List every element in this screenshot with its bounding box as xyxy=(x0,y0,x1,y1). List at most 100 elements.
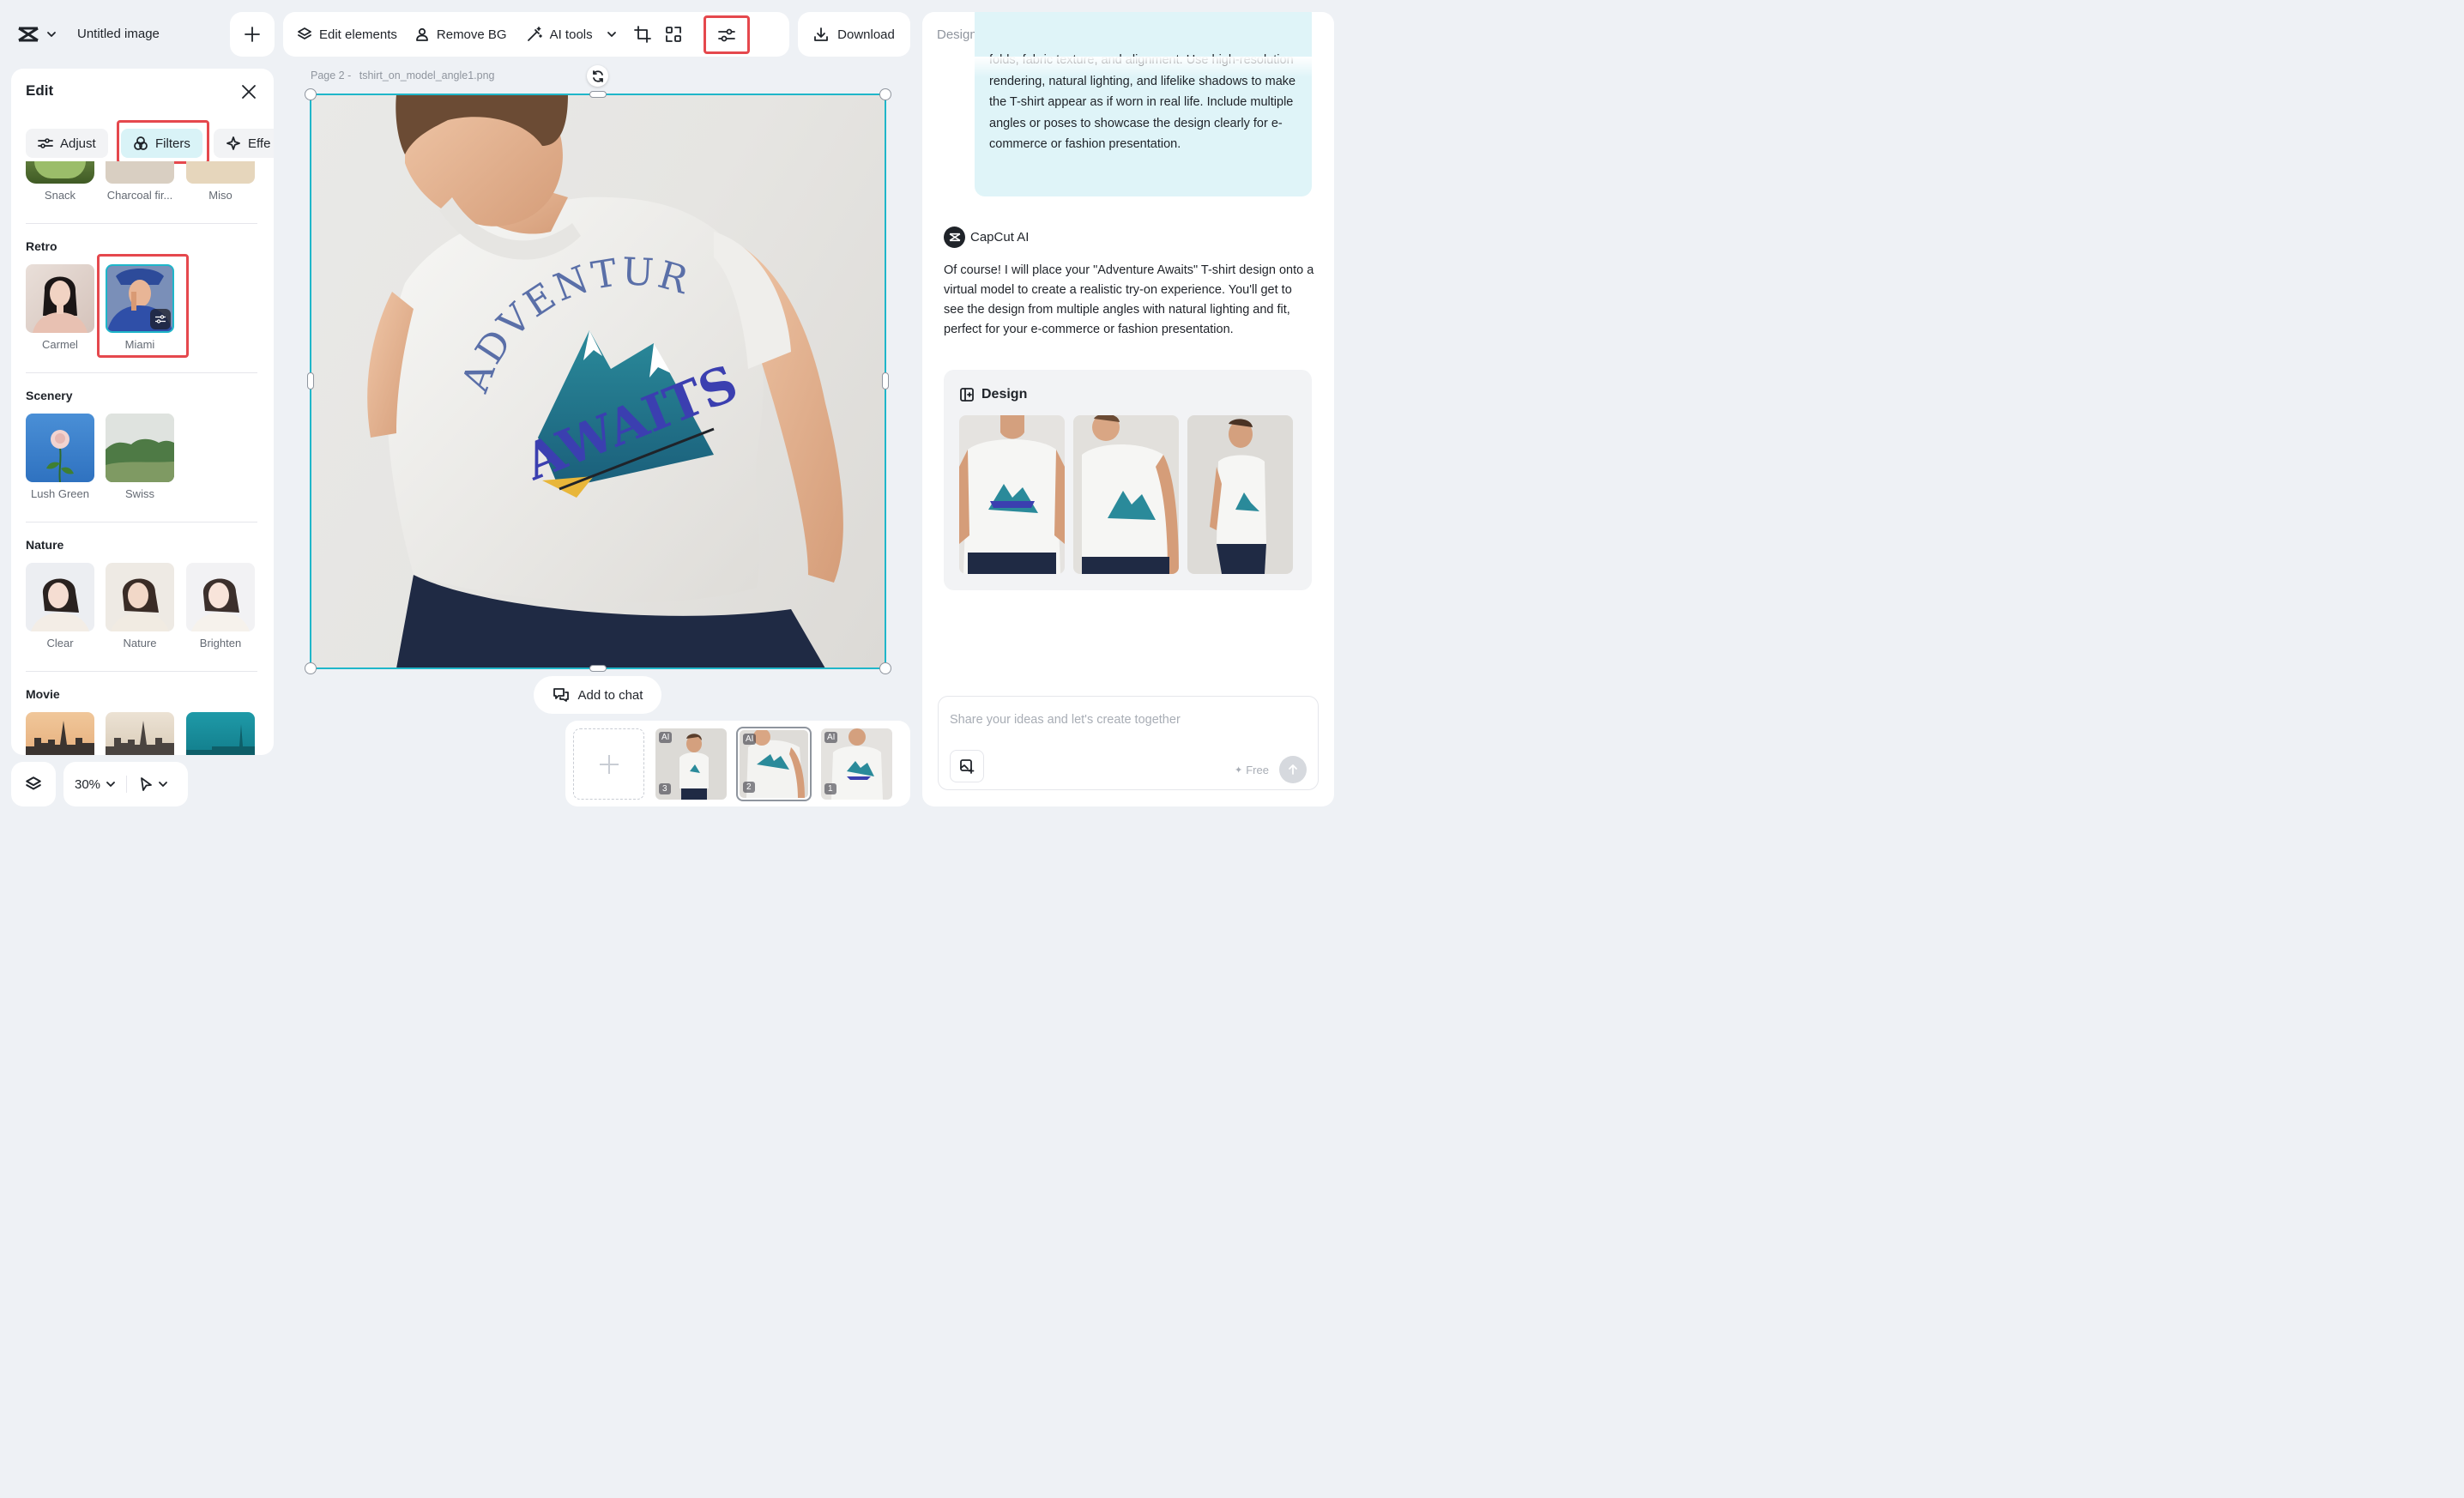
filter-thumb-carmel[interactable] xyxy=(26,264,94,333)
filter-label-clear: Clear xyxy=(46,637,74,649)
city-skyline-image xyxy=(26,721,94,755)
layers-icon xyxy=(298,27,311,39)
selection-frame xyxy=(310,94,886,669)
capcut-ai-avatar xyxy=(944,227,965,248)
adjust-settings-button[interactable] xyxy=(704,15,750,54)
attach-image-button[interactable] xyxy=(950,750,984,782)
model-front-image xyxy=(959,415,1065,574)
filter-thumb-miso[interactable] xyxy=(186,161,255,184)
filter-label-nature: Nature xyxy=(123,637,157,649)
filter-thumb-movie-1[interactable] xyxy=(26,712,94,755)
zoom-controls: 30% xyxy=(63,762,188,806)
close-panel-button[interactable] xyxy=(239,82,258,101)
filter-label-miami: Miami xyxy=(124,338,155,351)
add-button[interactable] xyxy=(230,12,275,57)
scroll-fade xyxy=(922,57,1334,77)
filter-label-charcoal: Charcoal fir... xyxy=(106,189,173,202)
layers-button[interactable] xyxy=(11,762,56,806)
send-button[interactable] xyxy=(1279,756,1307,783)
zoom-value: 30% xyxy=(75,776,101,792)
filter-thumb-movie-3[interactable] xyxy=(186,712,255,755)
resize-handle-tr[interactable] xyxy=(879,88,891,100)
crop-button[interactable] xyxy=(627,19,658,50)
resize-handle-br[interactable] xyxy=(879,662,891,674)
filter-thumb-brighten[interactable] xyxy=(186,563,255,631)
edit-panel: Edit Adjust Filters Effe Snack Charcoal … xyxy=(11,69,274,755)
portrait-woman-image xyxy=(111,578,169,631)
chevron-down-icon xyxy=(607,32,616,37)
sparkle-icon xyxy=(226,136,240,150)
page-number-badge: 1 xyxy=(824,783,836,794)
filter-label-lush-green: Lush Green xyxy=(31,487,89,500)
section-title-scenery: Scenery xyxy=(26,389,73,402)
add-to-chat-button[interactable]: Add to chat xyxy=(534,676,661,714)
section-title-nature: Nature xyxy=(26,538,64,552)
tab-filters[interactable]: Filters xyxy=(121,129,202,158)
divider xyxy=(126,776,128,793)
tab-filters-label: Filters xyxy=(155,136,190,151)
sliders-icon xyxy=(155,315,166,323)
filter-thumb-lush-green[interactable] xyxy=(26,414,94,482)
crop-icon xyxy=(633,26,651,43)
resize-handle-bl[interactable] xyxy=(305,662,317,674)
chat-input[interactable]: Share your ideas and let's create togeth… xyxy=(950,713,1301,727)
page-thumb-2[interactable]: AI 2 xyxy=(736,727,812,801)
add-page-button[interactable] xyxy=(573,728,644,800)
design-result-2[interactable] xyxy=(1073,415,1179,574)
chat-icon xyxy=(553,688,569,702)
portrait-woman-image xyxy=(31,578,89,631)
filter-thumb-swiss[interactable] xyxy=(106,414,174,482)
filter-thumb-snack[interactable] xyxy=(26,161,94,184)
ai-tools-button[interactable]: AI tools xyxy=(519,19,624,50)
tab-adjust[interactable]: Adjust xyxy=(26,129,108,158)
resize-handle-right[interactable] xyxy=(882,372,889,390)
filter-thumb-charcoal[interactable] xyxy=(106,161,174,184)
filter-label-miso: Miso xyxy=(208,189,233,202)
grid-icon xyxy=(665,27,681,42)
landscape-image xyxy=(106,414,174,482)
resize-handle-tl[interactable] xyxy=(305,88,317,100)
assistant-header: CapCut AI xyxy=(944,227,1029,248)
remove-bg-button[interactable]: Remove BG xyxy=(408,19,514,50)
image-add-icon xyxy=(960,759,975,774)
sparkle-icon: ✦ xyxy=(1235,765,1243,776)
chevron-down-icon xyxy=(106,782,115,787)
user-message-bubble: folds, fabric texture, and alignment. Us… xyxy=(975,12,1312,196)
filter-thumb-movie-2[interactable] xyxy=(106,712,174,755)
rotate-handle[interactable] xyxy=(587,65,608,87)
tab-effects[interactable]: Effe xyxy=(214,129,274,158)
design-result-3[interactable] xyxy=(1187,415,1293,574)
design-icon xyxy=(960,388,974,402)
edit-elements-button[interactable]: Edit elements xyxy=(290,19,404,50)
document-title[interactable]: Untitled image xyxy=(77,27,160,41)
page-number: Page 2 - xyxy=(311,69,352,82)
chevron-down-icon xyxy=(47,32,56,37)
resize-handle-left[interactable] xyxy=(307,372,314,390)
tab-adjust-label: Adjust xyxy=(60,136,96,151)
resize-handle-top[interactable] xyxy=(589,91,607,98)
pointer-tool-select[interactable] xyxy=(139,776,168,792)
filters-icon xyxy=(134,136,148,150)
resize-handle-bottom[interactable] xyxy=(589,665,607,672)
ai-badge: AI xyxy=(824,732,838,743)
download-button[interactable]: Download xyxy=(798,12,910,57)
layout-button[interactable] xyxy=(658,19,689,50)
page-thumb-1[interactable]: AI 1 xyxy=(821,728,892,800)
page-thumb-3[interactable]: AI 3 xyxy=(655,728,727,800)
zoom-select[interactable]: 30% xyxy=(75,777,116,792)
free-label: Free xyxy=(1246,764,1269,776)
capcut-logo-icon xyxy=(18,27,39,42)
file-name: tshirt_on_model_angle1.png xyxy=(359,69,495,82)
filter-thumb-nature[interactable] xyxy=(106,563,174,631)
filter-thumb-clear[interactable] xyxy=(26,563,94,631)
filter-thumb-miami[interactable] xyxy=(106,264,174,333)
rotate-icon xyxy=(592,69,603,82)
city-skyline-image xyxy=(186,724,255,755)
filter-adjust-badge[interactable] xyxy=(150,309,171,329)
plus-icon xyxy=(599,754,619,774)
free-label-wrap: ✦ Free xyxy=(1235,764,1269,776)
design-result-1[interactable] xyxy=(959,415,1065,574)
edit-elements-label: Edit elements xyxy=(319,27,397,42)
app-menu[interactable] xyxy=(17,24,60,45)
design-card: Design xyxy=(944,370,1312,590)
